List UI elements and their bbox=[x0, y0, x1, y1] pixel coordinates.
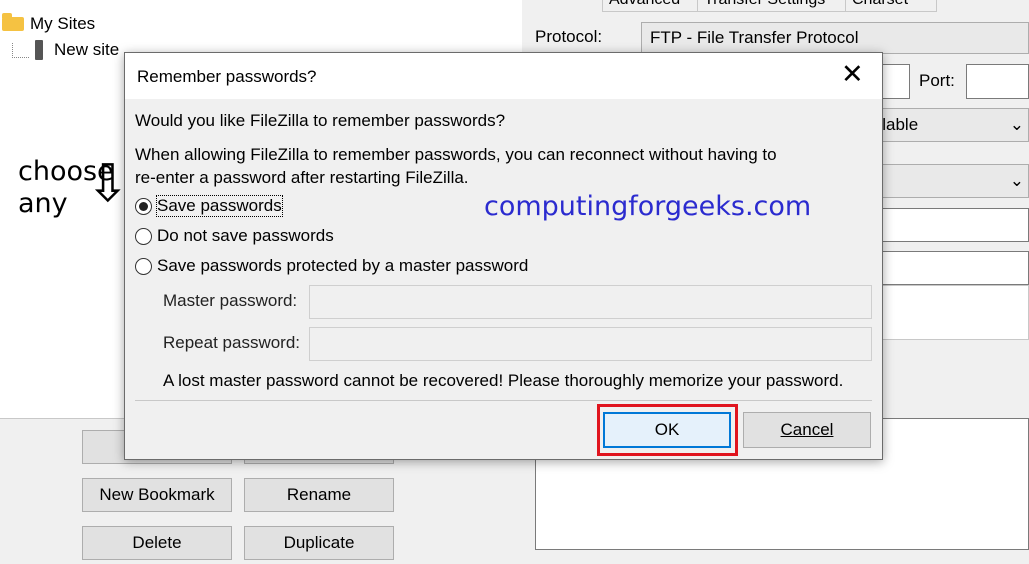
tab-advanced[interactable]: Advanced bbox=[602, 0, 711, 12]
delete-button[interactable]: Delete bbox=[82, 526, 232, 560]
tree-connector bbox=[12, 42, 29, 58]
port-label: Port: bbox=[919, 71, 955, 90]
server-icon bbox=[35, 40, 43, 60]
cancel-button[interactable]: Cancel bbox=[743, 412, 871, 448]
dialog-explanation: When allowing FileZilla to remember pass… bbox=[135, 143, 777, 189]
close-icon[interactable]: ✕ bbox=[841, 59, 864, 91]
dialog-question: Would you like FileZilla to remember pas… bbox=[135, 111, 506, 130]
master-password-input[interactable] bbox=[309, 285, 872, 319]
tab-transfer-settings[interactable]: Transfer Settings bbox=[697, 0, 859, 12]
protocol-select-value: FTP - File Transfer Protocol bbox=[650, 28, 859, 47]
explanation-line: re-enter a password after restarting Fil… bbox=[135, 168, 469, 187]
tree-item-my-sites[interactable]: My Sites bbox=[2, 13, 96, 34]
master-password-warning: A lost master password cannot be recover… bbox=[163, 371, 844, 390]
explanation-line: When allowing FileZilla to remember pass… bbox=[135, 145, 777, 164]
chevron-down-icon: ⌄ bbox=[1009, 115, 1024, 134]
logon-type-select[interactable]: ⌄ bbox=[860, 164, 1029, 198]
user-input[interactable] bbox=[860, 208, 1029, 242]
tree-item-label: My Sites bbox=[30, 14, 96, 33]
radio-button[interactable] bbox=[135, 227, 152, 245]
radio-save-passwords[interactable]: Save passwords bbox=[135, 195, 283, 217]
radio-master-password[interactable]: Save passwords protected by a master pas… bbox=[135, 256, 528, 276]
tree-item-new-site[interactable]: New site bbox=[12, 40, 119, 60]
account-input[interactable] bbox=[860, 285, 1029, 340]
protocol-label: Protocol: bbox=[535, 27, 603, 46]
tab-charset[interactable]: Charset bbox=[845, 0, 937, 12]
watermark: computingforgeeks.com bbox=[484, 191, 812, 222]
dialog-title: Remember passwords? bbox=[137, 67, 317, 86]
dialog-divider bbox=[135, 400, 872, 401]
dialog-titlebar: Remember passwords? ✕ bbox=[125, 53, 882, 99]
radio-selected-dot bbox=[139, 201, 148, 211]
radio-label: Do not save passwords bbox=[157, 226, 334, 245]
radio-button[interactable] bbox=[135, 197, 152, 215]
password-input[interactable] bbox=[860, 251, 1029, 285]
radio-label: Save passwords protected by a master pas… bbox=[157, 256, 529, 275]
folder-icon bbox=[2, 13, 24, 31]
repeat-password-label: Repeat password: bbox=[163, 333, 301, 352]
chevron-down-icon: ⌄ bbox=[1009, 171, 1024, 190]
repeat-password-input[interactable] bbox=[309, 327, 872, 361]
tree-item-label: New site bbox=[54, 40, 120, 59]
cancel-label: Cancel bbox=[780, 420, 834, 439]
rename-button[interactable]: Rename bbox=[244, 478, 394, 512]
radio-do-not-save[interactable]: Do not save passwords bbox=[135, 226, 334, 246]
master-password-label: Master password: bbox=[163, 291, 298, 310]
encryption-select[interactable]: ailable ⌄ bbox=[860, 108, 1029, 142]
ok-button[interactable]: OK bbox=[603, 412, 731, 448]
protocol-select[interactable]: FTP - File Transfer Protocol bbox=[641, 22, 1029, 54]
port-input[interactable] bbox=[966, 64, 1029, 99]
radio-button[interactable] bbox=[135, 257, 152, 275]
duplicate-button[interactable]: Duplicate bbox=[244, 526, 394, 560]
radio-label: Save passwords bbox=[156, 195, 283, 217]
remember-passwords-dialog: Remember passwords? ✕ Would you like Fil… bbox=[124, 52, 883, 460]
new-bookmark-button[interactable]: New Bookmark bbox=[82, 478, 232, 512]
